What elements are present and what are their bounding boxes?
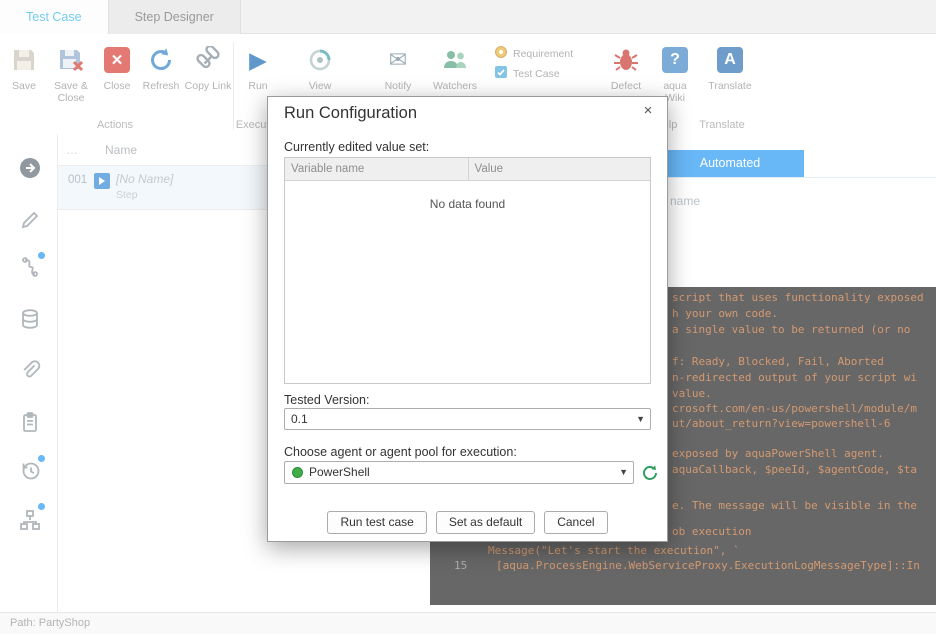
value-set-table: Variable name Value No data found [284, 157, 651, 384]
refresh-agents-icon [641, 464, 659, 482]
agent-status-dot [292, 467, 303, 478]
value-set-label: Currently edited value set: [284, 140, 429, 154]
tested-version-select[interactable]: 0.1 ▼ [284, 408, 651, 430]
cancel-button[interactable]: Cancel [544, 511, 607, 534]
run-test-case-button[interactable]: Run test case [327, 511, 426, 534]
chevron-down-icon: ▼ [636, 409, 645, 429]
refresh-agents-button[interactable] [641, 464, 659, 482]
no-data-message: No data found [285, 181, 650, 211]
app-window: Test Case Step Designer Save Save & Clos… [0, 0, 936, 634]
dialog-buttons: Run test case Set as default Cancel [268, 511, 667, 534]
agent-select[interactable]: PowerShell ▼ [284, 461, 634, 484]
run-configuration-dialog: Run Configuration × Currently edited val… [267, 96, 668, 542]
dialog-title: Run Configuration [284, 104, 417, 123]
tested-version-value: 0.1 [291, 409, 308, 429]
tested-version-label: Tested Version: [284, 393, 369, 407]
agent-label: Choose agent or agent pool for execution… [284, 445, 517, 459]
chevron-down-icon: ▼ [619, 462, 628, 483]
value-set-table-header: Variable name Value [285, 158, 650, 181]
dialog-close-icon[interactable]: × [639, 102, 657, 119]
column-variable-name[interactable]: Variable name [285, 158, 468, 180]
agent-value: PowerShell [309, 462, 370, 483]
set-as-default-button[interactable]: Set as default [436, 511, 535, 534]
column-value[interactable]: Value [468, 158, 651, 180]
